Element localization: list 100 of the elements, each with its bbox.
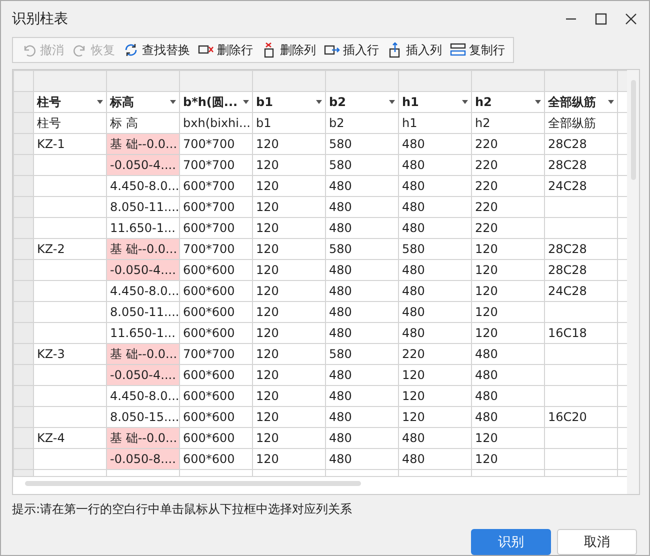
row-header[interactable] (14, 238, 34, 260)
column-header[interactable]: b2 (326, 92, 398, 112)
table-cell: 120 (252, 344, 326, 364)
table-cell: 120 (252, 154, 326, 176)
table-cell: 24C28 (544, 176, 618, 196)
dropdown-caret-icon[interactable] (170, 100, 176, 104)
toolbar-button[interactable]: 查找替换 (119, 40, 194, 60)
table-cell: 580 (326, 134, 398, 154)
column-header[interactable]: 全部纵筋 (544, 92, 618, 112)
dropdown-caret-icon[interactable] (243, 100, 249, 104)
dropdown-caret-icon[interactable] (535, 100, 541, 104)
table-cell: 480 (326, 280, 398, 302)
row-header[interactable] (14, 218, 34, 238)
row-header[interactable] (14, 364, 34, 386)
dropdown-caret-icon[interactable] (389, 100, 395, 104)
table-cell: 基 础--0.0... (106, 238, 180, 260)
table-cell: 120 (252, 134, 326, 154)
table-cell: 120 (252, 302, 326, 322)
table-cell: 120 (252, 280, 326, 302)
table-cell: 480 (326, 218, 398, 238)
table-cell: 24C28 (544, 280, 618, 302)
table-cell: h1 (398, 112, 472, 134)
toolbar-button[interactable]: 删除列 (257, 40, 320, 60)
table-cell: 480 (472, 364, 544, 386)
table-cell: 120 (472, 302, 544, 322)
table-cell: 220 (472, 218, 544, 238)
vertical-scrollbar[interactable] (627, 70, 639, 494)
table-cell: 480 (326, 406, 398, 428)
table-cell: 柱号 (34, 112, 106, 134)
table-cell: 480 (326, 196, 398, 218)
table-cell: 220 (472, 154, 544, 176)
row-header[interactable] (14, 176, 34, 196)
toolbar-button[interactable]: 插入列 (383, 40, 446, 60)
table-cell: 480 (472, 406, 544, 428)
table-cell: 120 (252, 176, 326, 196)
table-cell: 4.450-8.0... (106, 280, 180, 302)
table-cell: 600*700 (180, 196, 252, 218)
table-cell: b1 (252, 112, 326, 134)
table-cell: 480 (398, 302, 472, 322)
table-cell: 480 (398, 428, 472, 448)
column-header[interactable]: 柱号 (34, 92, 106, 112)
column-header[interactable]: b1 (252, 92, 326, 112)
table-cell: 120 (252, 364, 326, 386)
toolbar-button[interactable]: 复制行 (446, 40, 509, 60)
table-cell: h2 (472, 112, 544, 134)
row-header[interactable] (14, 344, 34, 364)
table-cell: 4.450-8.0... (106, 176, 180, 196)
table-cell: 120 (252, 196, 326, 218)
maximize-icon[interactable] (595, 13, 607, 25)
toolbar-button[interactable]: 插入行 (320, 40, 383, 60)
table-cell: 基 础--0.0... (106, 428, 180, 448)
table-cell: 480 (398, 280, 472, 302)
table-cell: 480 (326, 364, 398, 386)
column-header[interactable]: b*h(圆... (180, 92, 252, 112)
table-cell: 120 (252, 218, 326, 238)
table-cell: -0.050-4.... (106, 364, 180, 386)
horizontal-scrollbar[interactable] (25, 481, 361, 486)
table-cell: 28C28 (544, 134, 618, 154)
table-cell: 580 (326, 344, 398, 364)
row-header[interactable] (14, 134, 34, 154)
row-header[interactable] (14, 280, 34, 302)
confirm-button[interactable]: 识别 (471, 529, 551, 555)
row-header[interactable] (14, 196, 34, 218)
cancel-button[interactable]: 取消 (557, 529, 637, 555)
table-cell: 480 (398, 448, 472, 470)
table-cell: 480 (326, 428, 398, 448)
table-cell: 16C20 (544, 406, 618, 428)
table-cell: 700*700 (180, 344, 252, 364)
dropdown-caret-icon[interactable] (608, 100, 614, 104)
close-icon[interactable] (625, 13, 637, 25)
row-header[interactable] (14, 302, 34, 322)
table-cell: 600*700 (180, 176, 252, 196)
table-cell: 580 (398, 238, 472, 260)
table-cell: 120 (472, 322, 544, 344)
column-header[interactable]: h1 (398, 92, 472, 112)
table-cell: 480 (326, 322, 398, 344)
table-cell: 120 (252, 260, 326, 280)
row-header[interactable] (14, 406, 34, 428)
row-header[interactable] (14, 448, 34, 470)
table-cell: 480 (398, 196, 472, 218)
row-header[interactable] (14, 260, 34, 280)
window-title: 识别柱表 (12, 10, 68, 28)
toolbar-button[interactable]: 删除行 (194, 40, 257, 60)
table-cell: 600*600 (180, 302, 252, 322)
row-header[interactable] (14, 154, 34, 176)
row-header[interactable] (14, 386, 34, 406)
table-cell: 700*700 (180, 134, 252, 154)
dropdown-caret-icon[interactable] (462, 100, 468, 104)
table-cell: 480 (326, 302, 398, 322)
row-header[interactable] (14, 322, 34, 344)
table-cell: 28C28 (544, 260, 618, 280)
column-header[interactable]: 标高 (106, 92, 180, 112)
table-cell: 120 (398, 406, 472, 428)
row-header[interactable] (14, 428, 34, 448)
table-cell: 220 (472, 176, 544, 196)
dropdown-caret-icon[interactable] (316, 100, 322, 104)
table-cell: 580 (326, 154, 398, 176)
table-cell: 16C18 (544, 322, 618, 344)
column-header[interactable]: h2 (472, 92, 544, 112)
dropdown-caret-icon[interactable] (97, 100, 103, 104)
